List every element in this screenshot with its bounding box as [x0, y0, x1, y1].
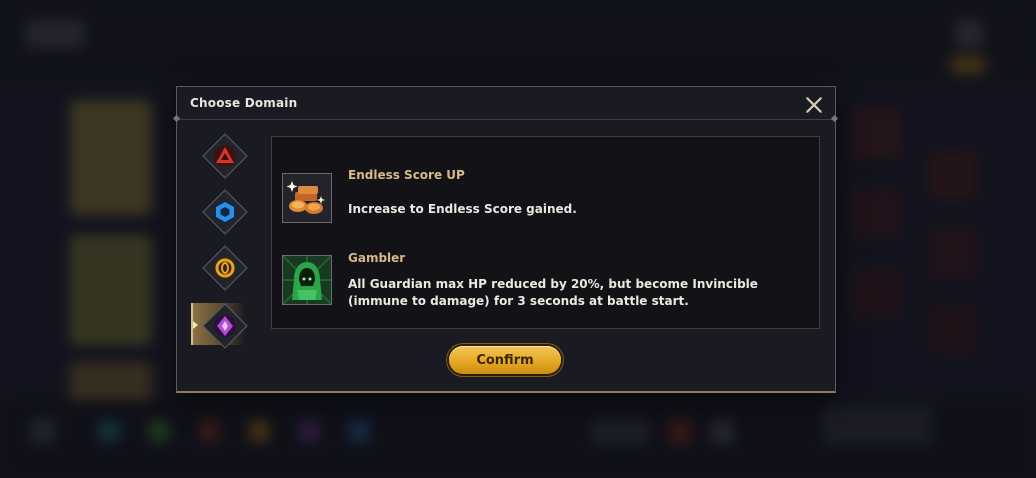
tab-purple-diamond-domain[interactable] — [191, 303, 248, 349]
tab-red-triangle-domain[interactable] — [202, 133, 248, 179]
choose-domain-dialog: Choose Domain Endless Score UP Increase … — [172, 86, 839, 393]
close-button[interactable] — [803, 94, 825, 116]
active-tab-indicator — [193, 321, 198, 329]
gold-ring-icon — [214, 257, 236, 279]
entry-icon-frame — [282, 173, 332, 223]
close-icon — [806, 97, 822, 113]
entry-title: Gambler — [348, 251, 406, 265]
entry-description: All Guardian max HP reduced by 20%, but … — [348, 277, 758, 308]
hooded-figure-icon — [282, 255, 332, 305]
domain-effects-panel: Endless Score UP Increase to Endless Sco… — [271, 136, 820, 329]
purple-diamond-icon — [214, 315, 236, 337]
entry-description: Increase to Endless Score gained. — [348, 202, 577, 216]
blue-hexagon-icon — [214, 201, 236, 223]
red-triangle-icon — [214, 145, 236, 167]
dialog-header: Choose Domain — [172, 87, 839, 123]
confirm-button[interactable]: Confirm — [449, 346, 561, 374]
tab-gold-ring-domain[interactable] — [202, 245, 248, 291]
gold-coins-icon — [283, 174, 331, 222]
entry-icon-frame — [282, 255, 332, 305]
tab-blue-hexagon-domain[interactable] — [202, 189, 248, 235]
entry-title: Endless Score UP — [348, 168, 465, 182]
dialog-title: Choose Domain — [190, 96, 298, 110]
